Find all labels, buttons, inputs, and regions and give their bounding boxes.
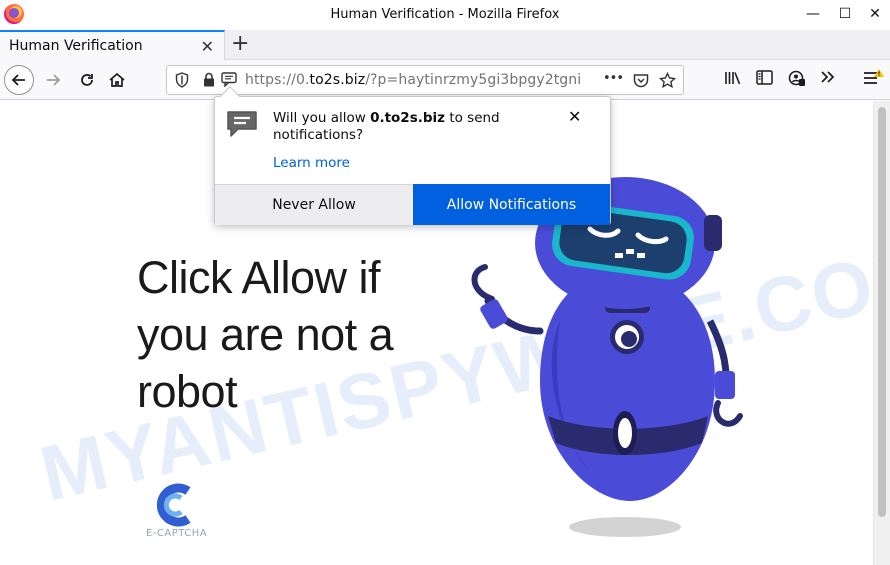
never-allow-button[interactable]: Never Allow [215,184,413,225]
account-icon[interactable] [788,70,806,87]
sidebar-icon[interactable] [756,70,773,85]
navigation-bar: https://0.to2s.biz/?p=haytinrzmy5gi3bpgy… [0,60,890,100]
learn-more-link[interactable]: Learn more [273,155,350,171]
tab-human-verification[interactable]: Human Verification ✕ [0,30,225,60]
tab-close-icon[interactable]: ✕ [201,37,214,56]
robot-shadow [569,517,681,537]
notification-permission-icon[interactable] [221,72,237,87]
forward-button[interactable] [40,66,66,94]
title-bar: Human Verification - Mozilla Firefox — ☐… [0,0,890,30]
url-bar[interactable]: https://0.to2s.biz/?p=haytinrzmy5gi3bpgy… [166,65,684,95]
notification-chat-icon [227,111,257,137]
home-button[interactable] [104,66,130,94]
overflow-chevron-icon[interactable] [820,70,836,84]
url-text[interactable]: https://0.to2s.biz/?p=haytinrzmy5gi3bpgy… [245,72,581,88]
browser-window: Human Verification - Mozilla Firefox — ☐… [0,0,890,565]
tracking-protection-shield-icon[interactable] [175,72,189,88]
robot-right-hand [713,400,743,427]
lock-icon[interactable] [203,72,215,87]
library-icon[interactable] [724,70,742,86]
close-window-button[interactable]: ✕ [858,0,890,28]
popup-close-button[interactable]: ✕ [568,107,581,126]
robot-belt-light-inner [618,418,632,448]
bookmark-star-icon[interactable] [659,72,676,89]
url-prefix: https://0. [245,72,310,88]
url-path: /?p=haytinrzmy5gi3bpgy2tgni [365,72,582,88]
tab-title: Human Verification [9,38,143,54]
url-host: to2s.biz [309,72,366,88]
vertical-scrollbar[interactable] [873,101,890,565]
window-title: Human Verification - Mozilla Firefox [330,7,560,22]
robot-mouth-2 [626,249,634,254]
popup-domain: 0.to2s.biz [370,110,446,126]
minimize-button[interactable]: — [796,0,830,28]
hamburger-menu-icon[interactable] [862,68,886,88]
tab-strip: Human Verification ✕ + [0,30,890,60]
back-arrow-icon [11,74,25,86]
popup-message-before: Will you allow [273,110,371,126]
maximize-button[interactable]: ☐ [828,0,862,28]
ecaptcha-label: E-CAPTCHA [146,528,208,539]
robot-right-cuff [715,371,735,399]
scrollbar-thumb[interactable] [878,107,886,517]
back-button[interactable] [4,65,34,95]
robot-left-cuff [480,299,508,329]
pocket-icon[interactable] [633,73,649,88]
notification-permission-popup: Will you allow 0.to2s.biz to send notifi… [214,86,611,225]
robot-mouth-1 [615,253,623,258]
page-actions-menu-icon[interactable]: ••• [603,71,624,86]
popup-buttons: Never Allow Allow Notifications [215,184,610,225]
reload-icon [81,74,93,86]
robot-illustration [471,177,743,537]
robot-chest-button-dot [621,331,637,347]
robot-left-hand [471,264,495,302]
new-tab-button[interactable]: + [231,32,249,56]
page-headline: Click Allow if you are not a robot [137,252,394,417]
allow-notifications-button[interactable]: Allow Notifications [413,184,610,225]
reload-button[interactable] [74,66,100,94]
forward-arrow-icon [47,74,61,86]
home-icon [109,72,125,87]
robot-mouth-3 [637,253,645,258]
popup-message: Will you allow 0.to2s.biz to send notifi… [273,110,543,144]
robot-ear [704,215,722,251]
